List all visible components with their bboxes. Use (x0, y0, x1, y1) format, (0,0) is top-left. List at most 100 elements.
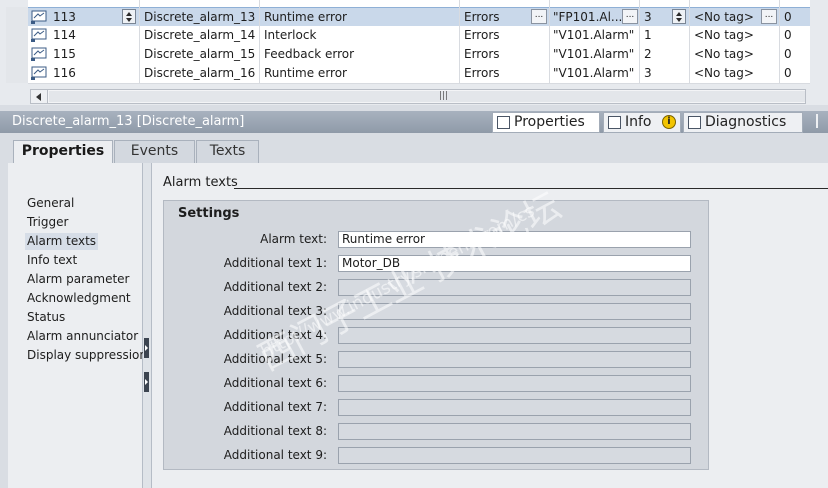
additional-text-4-field[interactable] (338, 327, 691, 344)
alarm-text-label: Alarm text: (260, 232, 327, 246)
ellipsis-icon[interactable]: ... (622, 9, 638, 24)
row-trigger-bit[interactable]: 1 (644, 26, 664, 45)
row-alarm-text[interactable]: Runtime error (264, 8, 454, 27)
row-trigger-bit[interactable]: 3 (644, 64, 664, 83)
additional-text-5-label: Additional text 5: (223, 352, 327, 366)
ellipsis-icon[interactable]: ... (761, 9, 777, 24)
alarm-text-field[interactable]: Runtime error (338, 231, 691, 248)
additional-text-1-label: Additional text 1: (223, 256, 327, 270)
row-trigger-tag[interactable]: "V101.Alarm" (553, 45, 643, 64)
column-divider (689, 0, 690, 83)
scroll-left-icon[interactable] (31, 90, 48, 103)
section-divider (234, 188, 828, 189)
tab-properties-label: Properties (514, 114, 585, 130)
section-title: Alarm texts (163, 175, 238, 190)
scroll-thumb[interactable]: ||| (49, 91, 805, 102)
alarm-row-icon (31, 66, 47, 80)
row-alarm-class[interactable]: Errors (464, 64, 524, 83)
row-id: 116 (53, 66, 76, 80)
column-divider (549, 0, 550, 83)
row-trigger-tag[interactable]: "V101.Alarm" (553, 26, 643, 45)
tab-events[interactable]: Events (114, 140, 195, 163)
column-divider (779, 0, 780, 83)
row-alarm-class[interactable]: Errors (464, 8, 524, 27)
additional-text-9-field[interactable] (338, 447, 691, 464)
additional-text-5-field[interactable] (338, 351, 691, 368)
additional-text-2-field[interactable] (338, 279, 691, 296)
table-row[interactable]: 116 Discrete_alarm_16 Runtime error Erro… (28, 64, 810, 84)
tab-properties-sub[interactable]: Properties (13, 140, 113, 164)
horizontal-scrollbar[interactable]: ||| (30, 89, 806, 104)
row-ack-tag[interactable]: <No tag> (694, 45, 764, 64)
row-ack-tag[interactable]: <No tag> (694, 64, 764, 83)
tab-properties[interactable]: Properties (492, 112, 600, 133)
tab-info-label: Info (625, 114, 652, 130)
table-row[interactable]: 113 Discrete_alarm_13 Runtime error Erro… (28, 7, 810, 27)
nav-item-alarm-annunciator[interactable]: Alarm annunciator (25, 328, 140, 345)
inspector-window-header: Discrete_alarm_13 [Discrete_alarm] Prope… (0, 111, 828, 133)
nav-item-trigger[interactable]: Trigger (25, 214, 70, 231)
additional-text-6-field[interactable] (338, 375, 691, 392)
row-trigger-tag[interactable]: "V101.Alarm" (553, 64, 643, 83)
row-ack-tag[interactable]: <No tag> (694, 8, 764, 27)
row-alarm-class[interactable]: Errors (464, 45, 524, 64)
row-name[interactable]: Discrete_alarm_13 (144, 8, 260, 27)
additional-text-4-label: Additional text 4: (223, 328, 327, 342)
row-name[interactable]: Discrete_alarm_15 (144, 45, 260, 64)
nav-item-info-text[interactable]: Info text (25, 252, 79, 269)
info-badge-icon: i (662, 115, 676, 129)
tab-diagnostics[interactable]: Diagnostics (683, 112, 803, 133)
expand-arrow-icon[interactable] (144, 372, 149, 392)
alarm-row-icon (31, 47, 47, 61)
row-name[interactable]: Discrete_alarm_14 (144, 26, 260, 45)
row-header-strip (6, 7, 29, 83)
scroll-grip: ||| (439, 91, 449, 101)
column-divider (639, 0, 640, 83)
nav-item-display-suppression[interactable]: Display suppression (25, 347, 149, 364)
nav-item-alarm-parameter[interactable]: Alarm parameter (25, 271, 131, 288)
settings-title: Settings (178, 206, 240, 221)
spin-arrows-icon[interactable] (672, 9, 686, 24)
ellipsis-icon[interactable]: ... (531, 9, 547, 24)
additional-text-8-label: Additional text 8: (223, 424, 327, 438)
alarm-row-icon (31, 28, 47, 42)
inspector-title: Discrete_alarm_13 [Discrete_alarm] (12, 114, 245, 129)
nav-item-general[interactable]: General (25, 195, 76, 212)
row-id: 114 (53, 28, 76, 42)
row-ack-tag[interactable]: <No tag> (694, 26, 764, 45)
additional-text-3-label: Additional text 3: (223, 304, 327, 318)
collapse-arrow-icon[interactable] (144, 338, 149, 358)
row-trigger-bit[interactable]: 2 (644, 45, 664, 64)
row-trigger-bit[interactable]: 3 (644, 8, 664, 27)
tab-info[interactable]: Info i (603, 112, 681, 133)
additional-text-1-field[interactable]: Motor_DB (338, 255, 691, 272)
nav-splitter[interactable] (143, 163, 152, 488)
additional-text-3-field[interactable] (338, 303, 691, 320)
row-alarm-text[interactable]: Runtime error (264, 64, 454, 83)
additional-text-2-label: Additional text 2: (223, 280, 327, 294)
inspector-menu-handle[interactable] (816, 114, 826, 128)
table-row[interactable]: 114 Discrete_alarm_14 Interlock Errors "… (28, 26, 810, 46)
row-alarm-text[interactable]: Feedback error (264, 45, 454, 64)
property-nav: General Trigger Alarm texts Info text Al… (8, 163, 147, 488)
additional-text-9-label: Additional text 9: (223, 448, 327, 462)
row-name[interactable]: Discrete_alarm_16 (144, 64, 260, 83)
nav-item-status[interactable]: Status (25, 309, 67, 326)
table-row[interactable]: 115 Discrete_alarm_15 Feedback error Err… (28, 45, 810, 65)
spin-arrows-icon[interactable] (122, 9, 136, 24)
additional-text-7-field[interactable] (338, 399, 691, 416)
row-alarm-text[interactable]: Interlock (264, 26, 454, 45)
row-trigger-tag[interactable]: "FP101.Al... (553, 8, 623, 27)
alarm-row-icon (31, 10, 47, 24)
row-ack-bit[interactable]: 0 (784, 64, 804, 83)
row-ack-bit[interactable]: 0 (784, 8, 804, 27)
row-ack-bit[interactable]: 0 (784, 45, 804, 64)
tab-texts[interactable]: Texts (196, 140, 259, 163)
tab-diagnostics-label: Diagnostics (705, 114, 787, 130)
nav-item-alarm-texts[interactable]: Alarm texts (25, 233, 99, 250)
additional-text-8-field[interactable] (338, 423, 691, 440)
row-alarm-class[interactable]: Errors (464, 26, 524, 45)
nav-item-acknowledgment[interactable]: Acknowledgment (25, 290, 133, 307)
additional-text-7-label: Additional text 7: (223, 400, 327, 414)
row-ack-bit[interactable]: 0 (784, 26, 804, 45)
